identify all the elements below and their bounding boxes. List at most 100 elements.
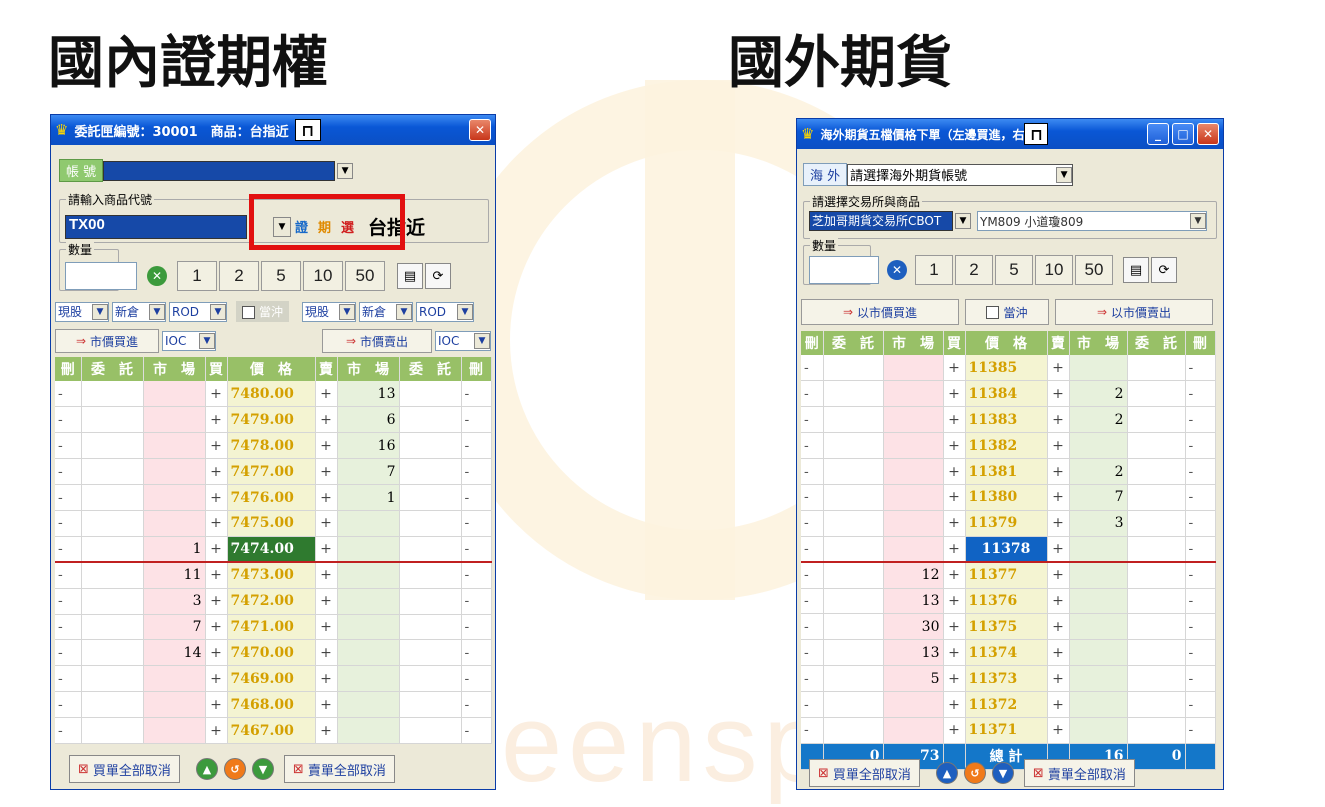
delete-sell-cell[interactable]: - xyxy=(461,691,492,719)
delete-sell-cell[interactable]: - xyxy=(1185,562,1216,589)
buy-plus-cell[interactable]: + xyxy=(943,717,966,744)
buy-ioc-select[interactable]: IOC ▼ xyxy=(162,331,216,351)
sell-type-select[interactable]: 現股 ▼ xyxy=(302,301,357,322)
sell-order-cell[interactable] xyxy=(1127,588,1186,615)
delete-buy-cell[interactable]: - xyxy=(55,639,82,667)
delete-sell-cell[interactable]: - xyxy=(461,665,492,693)
buy-order-cell[interactable] xyxy=(81,406,144,434)
buy-plus-cell[interactable]: + xyxy=(205,588,228,615)
qty-10-button[interactable]: 10 xyxy=(1035,255,1073,285)
book-row[interactable]: - +7467.00 + - xyxy=(55,717,492,744)
buy-order-cell[interactable] xyxy=(823,613,884,641)
price-cell[interactable]: 11380 xyxy=(965,484,1048,511)
delete-buy-cell[interactable]: - xyxy=(801,639,824,667)
delete-buy-cell[interactable]: - xyxy=(801,432,824,460)
sell-order-cell[interactable] xyxy=(399,510,462,537)
product-select[interactable]: YM809 小道瓊809 ▼ xyxy=(977,211,1207,231)
down-arrow-icon[interactable]: ▼ xyxy=(251,758,274,780)
sell-order-cell[interactable] xyxy=(1127,562,1186,589)
qty-5-button[interactable]: 5 xyxy=(995,255,1033,285)
sell-order-cell[interactable] xyxy=(399,614,462,641)
sell-order-cell[interactable] xyxy=(1127,380,1186,408)
buy-order-cell[interactable] xyxy=(823,355,884,382)
buy-order-cell[interactable] xyxy=(81,717,144,744)
delete-buy-cell[interactable]: - xyxy=(801,717,824,744)
qty-2-button[interactable]: 2 xyxy=(219,261,259,291)
sell-order-cell[interactable] xyxy=(399,691,462,719)
buy-order-cell[interactable] xyxy=(81,510,144,537)
sell-plus-cell[interactable]: + xyxy=(315,406,338,434)
buy-order-cell[interactable] xyxy=(823,406,884,434)
qty-10-button[interactable]: 10 xyxy=(303,261,343,291)
price-cell[interactable]: 7477.00 xyxy=(227,458,316,486)
sell-position-select[interactable]: 新倉 ▼ xyxy=(359,301,414,322)
sell-order-cell[interactable] xyxy=(399,665,462,693)
cancel-all-sell-button[interactable]: ⊠ 賣單全部取消 xyxy=(1023,759,1135,787)
delete-buy-cell[interactable]: - xyxy=(55,717,82,744)
buy-order-cell[interactable] xyxy=(823,432,884,460)
close-button[interactable]: ✕ xyxy=(469,119,491,141)
qty-5-button[interactable]: 5 xyxy=(261,261,301,291)
delete-sell-cell[interactable]: - xyxy=(461,614,492,641)
sell-plus-cell[interactable]: + xyxy=(1047,639,1070,667)
delete-buy-cell[interactable]: - xyxy=(801,691,824,718)
buy-order-cell[interactable] xyxy=(81,691,144,719)
price-cell[interactable]: 11373 xyxy=(965,665,1048,693)
book-row[interactable]: -13 +11376 + - xyxy=(801,588,1216,615)
book-row[interactable]: -5 +11373 + - xyxy=(801,665,1216,693)
price-cell[interactable]: 7471.00 xyxy=(227,614,316,641)
clipboard-icon[interactable]: ▤ xyxy=(1123,257,1149,283)
delete-buy-cell[interactable]: - xyxy=(801,355,824,382)
qty-50-button[interactable]: 50 xyxy=(1075,255,1113,285)
sell-plus-cell[interactable]: + xyxy=(315,458,338,486)
buy-order-cell[interactable] xyxy=(823,562,884,589)
buy-order-cell[interactable] xyxy=(81,639,144,667)
market-sell-button[interactable]: ⇒ 市價賣出 xyxy=(322,329,432,353)
cancel-all-sell-button[interactable]: ⊠ 賣單全部取消 xyxy=(283,755,395,783)
book-row[interactable]: - +11383 +2 - xyxy=(801,406,1216,434)
price-cell[interactable]: 11371 xyxy=(965,717,1048,744)
buy-order-cell[interactable] xyxy=(823,510,884,537)
delete-buy-cell[interactable]: - xyxy=(55,510,82,537)
buy-position-select[interactable]: 新倉 ▼ xyxy=(112,301,166,322)
delete-buy-cell[interactable]: - xyxy=(801,588,824,615)
price-cell[interactable]: 11374 xyxy=(965,639,1048,667)
delete-sell-cell[interactable]: - xyxy=(1185,588,1216,615)
price-cell[interactable]: 11375 xyxy=(965,613,1048,641)
buy-plus-cell[interactable]: + xyxy=(943,562,966,589)
book-row[interactable]: - +7480.00 +13 - xyxy=(55,381,492,408)
buy-plus-cell[interactable]: + xyxy=(205,484,228,511)
price-cell[interactable]: 7472.00 xyxy=(227,588,316,615)
buy-order-cell[interactable] xyxy=(823,458,884,485)
qty-1-button[interactable]: 1 xyxy=(177,261,217,291)
book-row[interactable]: -1 +7474.00 + - xyxy=(55,536,492,564)
delete-sell-cell[interactable]: - xyxy=(1185,536,1216,564)
book-row[interactable]: -30 +11375 + - xyxy=(801,613,1216,641)
book-row[interactable]: - +7469.00 + - xyxy=(55,665,492,693)
sell-order-cell[interactable] xyxy=(1127,691,1186,718)
sell-plus-cell[interactable]: + xyxy=(1047,665,1070,693)
delete-buy-cell[interactable]: - xyxy=(55,458,82,486)
buy-plus-cell[interactable]: + xyxy=(205,665,228,693)
price-cell[interactable]: 11372 xyxy=(965,691,1048,718)
sell-plus-cell[interactable]: + xyxy=(1047,355,1070,382)
book-row[interactable]: -7 +7471.00 + - xyxy=(55,614,492,641)
buy-order-cell[interactable] xyxy=(823,639,884,667)
sell-order-cell[interactable] xyxy=(399,717,462,744)
buy-plus-cell[interactable]: + xyxy=(205,381,228,408)
sell-order-cell[interactable] xyxy=(399,536,462,564)
sell-plus-cell[interactable]: + xyxy=(1047,432,1070,460)
buy-plus-cell[interactable]: + xyxy=(205,717,228,744)
book-row[interactable]: - +11372 + - xyxy=(801,691,1216,718)
close-button[interactable]: ✕ xyxy=(1197,123,1219,145)
buy-plus-cell[interactable]: + xyxy=(205,639,228,667)
sell-plus-cell[interactable]: + xyxy=(315,614,338,641)
sell-order-cell[interactable] xyxy=(399,639,462,667)
refresh-icon[interactable]: ⟳ xyxy=(1151,257,1177,283)
delete-sell-cell[interactable]: - xyxy=(1185,717,1216,744)
delete-sell-cell[interactable]: - xyxy=(461,381,492,408)
buy-tif-select[interactable]: ROD ▼ xyxy=(169,301,227,322)
sell-order-cell[interactable] xyxy=(1127,613,1186,641)
price-cell[interactable]: 7476.00 xyxy=(227,484,316,511)
exchange-select[interactable]: 芝加哥期貨交易所CBOT xyxy=(809,211,953,231)
